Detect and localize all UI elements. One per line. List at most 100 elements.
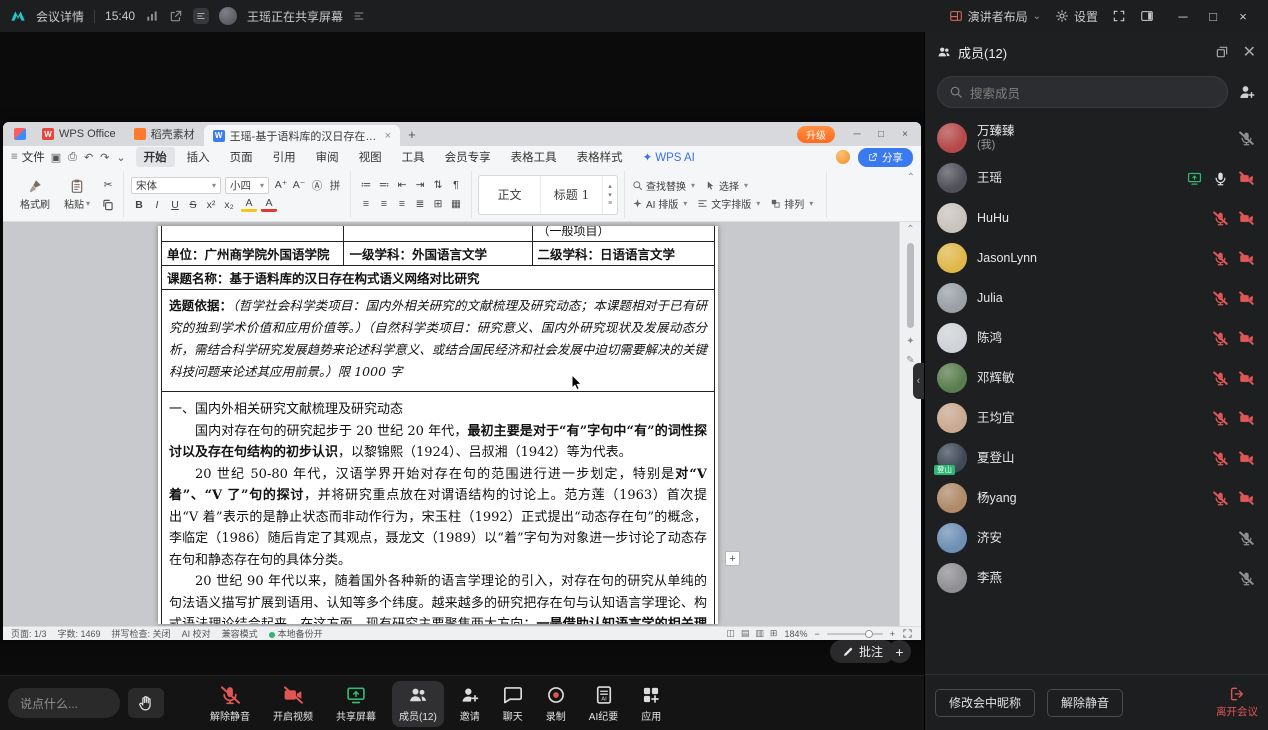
- wps-office-tab[interactable]: W WPS Office: [33, 122, 125, 146]
- wps-menu-会员专享[interactable]: 会员专享: [437, 147, 499, 167]
- close-panel-icon[interactable]: ✕: [1243, 42, 1256, 62]
- toolbar-camera-button[interactable]: 开启视频: [266, 681, 320, 727]
- toolbar-aidoc-button[interactable]: AI AI纪要: [582, 681, 625, 727]
- member-row[interactable]: 济安: [925, 518, 1268, 558]
- settings-button[interactable]: 设置: [1055, 8, 1098, 25]
- maximize-button[interactable]: □: [1198, 0, 1228, 32]
- member-row[interactable]: 邓辉敏: [925, 358, 1268, 398]
- new-tab-button[interactable]: +: [400, 127, 424, 142]
- signal-icon[interactable]: [145, 9, 159, 23]
- wps-menu-页面[interactable]: 页面: [222, 147, 261, 167]
- wps-maximize-icon[interactable]: □: [869, 129, 893, 140]
- member-row[interactable]: 王瑶: [925, 158, 1268, 198]
- wps-account-avatar[interactable]: [836, 150, 850, 164]
- zoom-in-button[interactable]: +: [890, 629, 895, 639]
- member-row[interactable]: 李燕: [925, 558, 1268, 598]
- ribbon-button[interactable]: ⇅: [430, 177, 446, 193]
- wps-menu-开始[interactable]: 开始: [135, 147, 175, 167]
- wps-menu-审阅[interactable]: 审阅: [308, 147, 347, 167]
- ribbon-button[interactable]: ⇤: [394, 177, 410, 193]
- ribbon-button[interactable]: ≡: [394, 196, 410, 212]
- ribbon-button[interactable]: ⊞: [770, 628, 778, 639]
- wps-share-button[interactable]: 分享: [858, 147, 913, 167]
- upgrade-button[interactable]: 升级: [797, 125, 835, 143]
- font-size-select[interactable]: 小四 ▾: [225, 176, 269, 194]
- toolbar-people-button[interactable]: 成员(12): [392, 681, 444, 727]
- ai-proofread-button[interactable]: AI 校对: [182, 627, 211, 640]
- unmute-button[interactable]: 解除静音: [1047, 688, 1124, 717]
- wps-menu-工具[interactable]: 工具: [394, 147, 433, 167]
- member-row[interactable]: 万臻臻 (我): [925, 118, 1268, 158]
- rename-button[interactable]: 修改会中昵称: [935, 688, 1036, 717]
- popout-icon[interactable]: [1215, 45, 1229, 59]
- paste-button[interactable]: 粘贴 ▾: [58, 178, 96, 211]
- vertical-scrollbar[interactable]: [907, 243, 914, 328]
- member-row[interactable]: 杨yang: [925, 478, 1268, 518]
- zoom-slider[interactable]: [826, 629, 883, 638]
- annotate-button[interactable]: 批注: [830, 640, 896, 663]
- layout-switch-button[interactable]: 演讲者布局 ⌄: [949, 8, 1041, 25]
- style-gallery-arrows[interactable]: ▴ ▾ ≡: [603, 176, 617, 214]
- close-tab-icon[interactable]: ×: [385, 130, 391, 142]
- style-heading1[interactable]: 标题 1: [541, 175, 603, 214]
- ribbon-button[interactable]: ≡: [358, 196, 374, 212]
- toolbar-apps-button[interactable]: 应用: [634, 681, 668, 727]
- cut-button[interactable]: ✂: [100, 177, 116, 193]
- tools-icon[interactable]: ✦: [906, 336, 914, 347]
- format-painter-button[interactable]: 格式刷: [16, 178, 54, 211]
- member-row[interactable]: Julia: [925, 278, 1268, 318]
- fullscreen-icon[interactable]: [1112, 9, 1126, 23]
- zoom-slider-knob[interactable]: [864, 629, 873, 638]
- collapse-ribbon-icon[interactable]: ⌃: [907, 172, 915, 183]
- ribbon-button[interactable]: ≡: [376, 196, 392, 212]
- wps-minimize-icon[interactable]: ─: [845, 129, 869, 140]
- find-replace-button[interactable]: 查找替换 ▾: [632, 178, 695, 193]
- ribbon-button[interactable]: ⌄: [116, 151, 125, 164]
- collapse-icon[interactable]: ⌃: [906, 224, 914, 235]
- side-panel-toggle-icon[interactable]: [1140, 9, 1154, 23]
- highlight-color-button[interactable]: A: [241, 197, 257, 212]
- ribbon-button[interactable]: ¶: [448, 177, 464, 193]
- document-tab[interactable]: W 王瑶-基于语料库的汉日存在构... ×: [203, 125, 401, 146]
- ribbon-button[interactable]: ▤: [741, 628, 750, 639]
- wps-menu-视图[interactable]: 视图: [351, 147, 390, 167]
- zoom-out-button[interactable]: −: [814, 629, 819, 639]
- ribbon-button[interactable]: A⁺: [273, 177, 289, 193]
- wps-menu-表格工具[interactable]: 表格工具: [503, 147, 565, 167]
- select-button[interactable]: 选择 ▾: [705, 178, 748, 193]
- panel-collapse-handle[interactable]: ‹: [913, 363, 924, 399]
- font-family-select[interactable]: 宋体 ▾: [131, 176, 221, 194]
- member-row[interactable]: 王均宜: [925, 398, 1268, 438]
- chat-input[interactable]: 说点什么...: [8, 688, 120, 718]
- docer-tab[interactable]: 稻壳素材: [125, 122, 204, 146]
- wps-menu-表格样式[interactable]: 表格样式: [569, 147, 631, 167]
- ribbon-button[interactable]: A⁻: [291, 177, 307, 193]
- member-row[interactable]: 登山 夏登山: [925, 438, 1268, 478]
- search-input[interactable]: 搜索成员: [937, 76, 1228, 108]
- ribbon-button[interactable]: ↷: [100, 151, 109, 164]
- ribbon-button[interactable]: ◫: [726, 628, 735, 639]
- ribbon-button[interactable]: ⇥: [412, 177, 428, 193]
- member-row[interactable]: 陈鸿: [925, 318, 1268, 358]
- sharing-options-icon[interactable]: [353, 10, 365, 22]
- toolbar-screen-button[interactable]: 共享屏幕: [329, 681, 383, 727]
- magnify-button[interactable]: +: [888, 640, 911, 663]
- wps-file-menu[interactable]: ≡ 文件: [11, 149, 45, 165]
- wps-close-icon[interactable]: ×: [893, 129, 917, 140]
- raise-hand-button[interactable]: [128, 688, 164, 718]
- share-meeting-icon[interactable]: [169, 9, 183, 23]
- ribbon-button[interactable]: ≔: [358, 177, 374, 193]
- toolbar-chat-button[interactable]: 聊天: [496, 681, 530, 727]
- ribbon-button[interactable]: ▥: [755, 628, 764, 639]
- ribbon-button[interactable]: ↶: [84, 151, 93, 164]
- leave-meeting-button[interactable]: 离开会议: [1216, 686, 1258, 719]
- add-member-icon[interactable]: [1238, 83, 1256, 101]
- minimize-button[interactable]: ─: [1168, 0, 1198, 32]
- copy-button[interactable]: [100, 197, 116, 213]
- ribbon-button[interactable]: ⎙: [68, 151, 77, 164]
- text-layout-button[interactable]: 文字排版 ▾: [697, 196, 760, 211]
- ai-layout-button[interactable]: AI 排版 ▾: [632, 196, 687, 211]
- toolbar-record-button[interactable]: 录制: [539, 681, 573, 727]
- meeting-details-button[interactable]: 会议详情: [36, 8, 84, 25]
- font-color-button[interactable]: A: [261, 197, 277, 212]
